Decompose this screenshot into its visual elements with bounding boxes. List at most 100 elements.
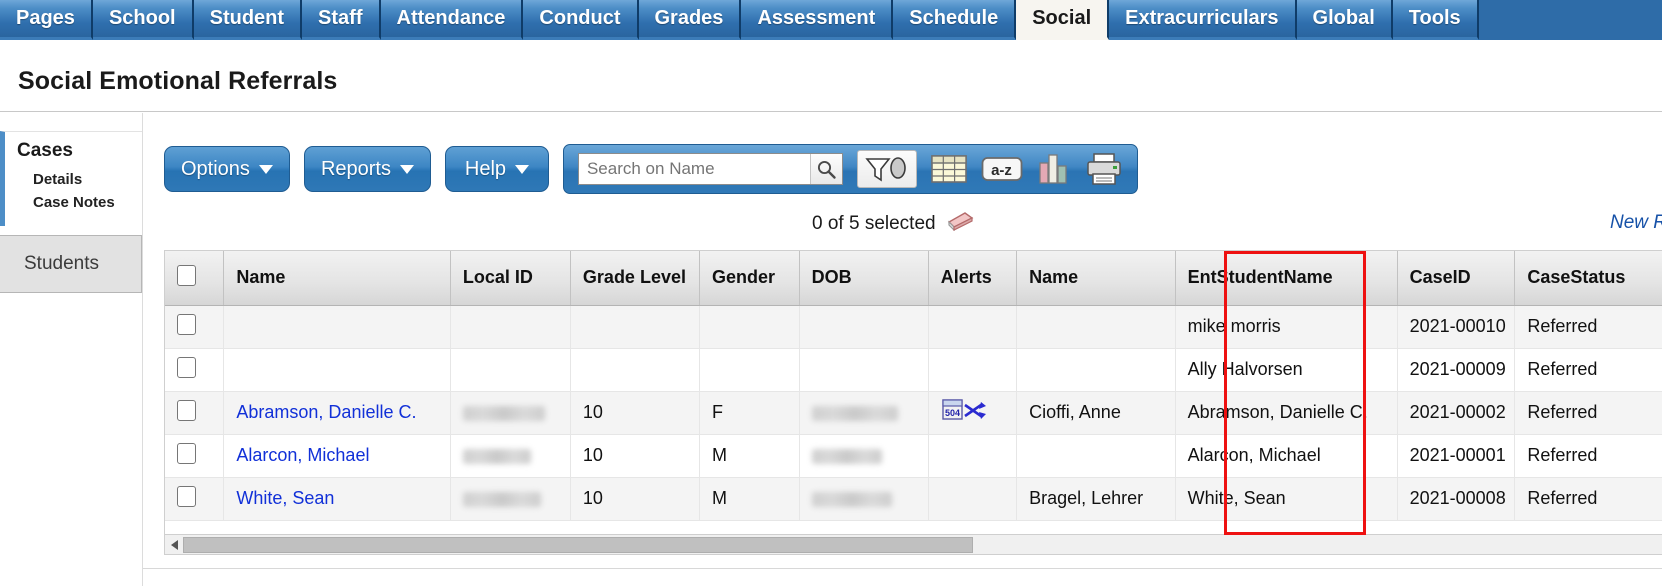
column-header-case-id[interactable]: CaseID: [1397, 251, 1516, 306]
504-alert-icon[interactable]: 504: [941, 398, 987, 422]
cell-gender: F: [699, 391, 800, 435]
row-checkbox[interactable]: [177, 485, 196, 507]
column-header-dob[interactable]: DOB: [799, 251, 929, 306]
cell-case-id: 2021-00002: [1397, 391, 1516, 435]
select-all-checkbox[interactable]: [177, 264, 196, 286]
column-header-case-status[interactable]: CaseStatus: [1514, 251, 1662, 306]
search-input[interactable]: [578, 154, 810, 184]
cell-alerts: [928, 477, 1018, 521]
cell-local-id: [450, 477, 571, 521]
cell-local-id: [450, 391, 571, 435]
nav-tab-schedule[interactable]: Schedule: [893, 0, 1017, 40]
cell-name-2: [1016, 434, 1176, 478]
column-header-ent-student-name[interactable]: EntStudentName: [1175, 251, 1398, 306]
nav-tab-global[interactable]: Global: [1296, 0, 1393, 40]
cell-ent-student-name: Ally Halvorsen: [1175, 348, 1398, 392]
redacted-value: [811, 491, 892, 507]
cell-dob: [799, 305, 929, 349]
column-header-alerts[interactable]: Alerts: [928, 251, 1018, 306]
cell-case-id: 2021-00010: [1397, 305, 1516, 349]
row-checkbox-cell[interactable]: [165, 348, 225, 392]
cell-ent-student-name: White, Sean: [1175, 477, 1398, 521]
nav-tab-assessment[interactable]: Assessment: [741, 0, 894, 40]
column-header-name-2[interactable]: Name: [1016, 251, 1176, 306]
action-toolbar: Options Reports Help Search on Name a-z: [164, 144, 1138, 194]
page-title: Social Emotional Referrals: [18, 67, 338, 95]
cell-alerts: 504: [928, 391, 1018, 435]
cell-grade-level: 10: [570, 434, 701, 478]
nav-tab-label: Pages: [16, 7, 75, 29]
nav-tab-attendance[interactable]: Attendance: [380, 0, 524, 40]
nav-tab-staff[interactable]: Staff: [302, 0, 381, 40]
sidebar-item-case-notes[interactable]: Case Notes: [5, 191, 142, 214]
row-checkbox-cell[interactable]: [165, 434, 225, 478]
nav-tab-conduct[interactable]: Conduct: [523, 0, 639, 40]
nav-tab-label: Global: [1312, 7, 1375, 29]
selection-count-label: 0 of 5 selected: [812, 213, 936, 234]
nav-tab-label: Student: [209, 7, 285, 29]
cell-case-status: Referred: [1514, 477, 1662, 521]
student-name-link[interactable]: White, Sean: [236, 488, 334, 508]
grid-table-icon[interactable]: [931, 154, 967, 184]
cell-alerts: [928, 348, 1018, 392]
options-button-label: Options: [181, 157, 250, 180]
row-checkbox-cell[interactable]: [165, 477, 225, 521]
cell-gender: [699, 348, 800, 392]
bar-chart-icon[interactable]: [1037, 153, 1071, 185]
redacted-value: [811, 405, 898, 421]
sidebar-item-students[interactable]: Students: [0, 235, 142, 293]
student-name-link[interactable]: Abramson, Danielle C.: [236, 402, 416, 422]
nav-tab-pages[interactable]: Pages: [0, 0, 93, 40]
sidebar-item-students-label: Students: [24, 253, 99, 274]
table-row: mike morris 2021-00010 Referred 4/1/2: [165, 305, 1662, 349]
sidebar-item-details[interactable]: Details: [5, 168, 142, 191]
search-button[interactable]: [809, 154, 842, 184]
options-button[interactable]: Options: [164, 146, 290, 192]
redacted-value: [462, 448, 531, 464]
cell-dob: [799, 391, 929, 435]
row-checkbox[interactable]: [177, 399, 196, 421]
row-checkbox-cell[interactable]: [165, 391, 225, 435]
nav-tab-tools[interactable]: Tools: [1392, 0, 1479, 40]
row-checkbox[interactable]: [177, 313, 196, 335]
left-sidebar: Cases Details Case Notes Students: [0, 113, 142, 586]
cell-dob: [799, 477, 929, 521]
reports-button[interactable]: Reports: [303, 146, 431, 192]
row-checkbox[interactable]: [177, 442, 196, 464]
referrals-table-container: Name Local ID Grade Level Gender DOB Ale…: [164, 250, 1662, 535]
cell-ent-student-name: Alarcon, Michael: [1175, 434, 1398, 478]
a-z-sort-icon[interactable]: a-z: [981, 154, 1023, 184]
row-checkbox[interactable]: [177, 356, 196, 378]
nav-tab-student[interactable]: Student: [193, 0, 303, 40]
scroll-left-arrow-icon[interactable]: [165, 536, 183, 554]
new-referral-link[interactable]: New R: [1610, 212, 1662, 234]
filter-icon[interactable]: [856, 150, 917, 188]
scrollbar-thumb[interactable]: [183, 536, 973, 553]
nav-tab-label: Tools: [1408, 7, 1461, 29]
column-header-select-all[interactable]: [165, 251, 225, 306]
printer-icon[interactable]: [1085, 152, 1123, 186]
table-header-row: Name Local ID Grade Level Gender DOB Ale…: [165, 251, 1662, 306]
cell-name: Abramson, Danielle C.: [223, 391, 451, 435]
main-navigation-bar: Pages School Student Staff Attendance Conduct…: [0, 0, 1662, 40]
main-content-panel: Options Reports Help Search on Name a-z …: [142, 113, 1662, 586]
column-header-gender[interactable]: Gender: [699, 251, 800, 306]
nav-tab-grades[interactable]: Grades: [638, 0, 742, 40]
cell-grade-level: 10: [570, 477, 701, 521]
column-header-name[interactable]: Name: [223, 251, 451, 306]
chevron-down-icon: [515, 164, 530, 174]
column-header-grade-level[interactable]: Grade Level: [570, 251, 701, 306]
eraser-icon[interactable]: [947, 211, 974, 237]
cell-gender: M: [699, 477, 800, 521]
horizontal-scrollbar[interactable]: [164, 535, 1662, 555]
nav-tab-school[interactable]: School: [92, 0, 194, 40]
column-header-local-id[interactable]: Local ID: [450, 251, 571, 306]
sidebar-item-cases[interactable]: Cases: [5, 138, 142, 168]
nav-tab-social[interactable]: Social: [1016, 0, 1110, 40]
student-name-link[interactable]: Alarcon, Michael: [236, 445, 369, 465]
svg-text:a-z: a-z: [991, 162, 1012, 179]
nav-tab-extracurriculars[interactable]: Extracurriculars: [1109, 0, 1297, 40]
help-button[interactable]: Help: [444, 146, 549, 192]
cell-name-2: [1016, 305, 1176, 349]
row-checkbox-cell[interactable]: [165, 305, 225, 349]
